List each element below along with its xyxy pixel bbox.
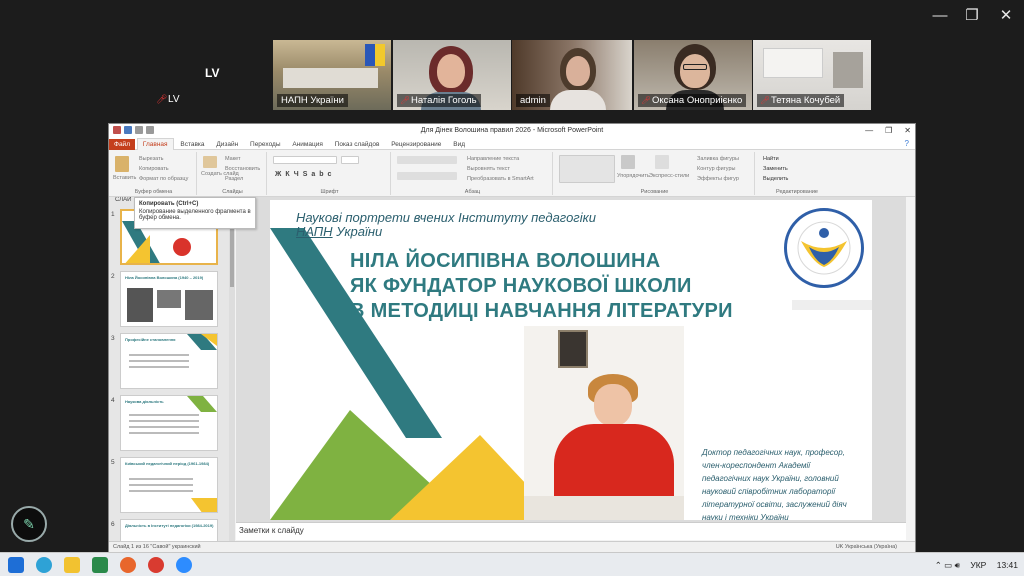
restore-button[interactable]: ❐ xyxy=(960,6,984,26)
mic-muted-icon: 🎤︎ xyxy=(641,96,652,105)
group-editing: Найти Заменить Выделить Редактирование xyxy=(763,156,818,195)
taskbar: ⌃ ▭ 🔊︎ УКР 13:41 xyxy=(0,552,1024,576)
ppt-title-bar: Для Дінек Волошина правил 2026 - Microso… xyxy=(109,124,915,138)
chrome-icon[interactable] xyxy=(148,557,164,573)
ppt-window-controls[interactable]: — ❐ ✕ xyxy=(853,124,911,138)
replace-button[interactable]: Заменить xyxy=(763,166,788,172)
participant-name: 🎤︎ Оксана Оноприієнко xyxy=(638,94,747,107)
slides-panel: СЛАЙ 1 Наукові портрети вчених Інституту… xyxy=(109,197,229,542)
section-button[interactable]: Раздел xyxy=(225,176,243,182)
smartart-button[interactable]: Преобразовать в SmartArt xyxy=(467,176,534,182)
slide-thumbnail[interactable]: Професійне становлення xyxy=(120,333,218,389)
zoom-meeting-window: { "user": {"top_label": "LV", "self_name… xyxy=(0,0,1024,576)
clock[interactable]: 13:41 xyxy=(997,560,1018,570)
format-painter-button[interactable]: Формат по образцу xyxy=(139,176,188,182)
slide-editor: Наукові портрети вчених Інституту педаго… xyxy=(236,197,906,522)
find-button[interactable]: Найти xyxy=(763,156,779,162)
shape-effects-button[interactable]: Эффекты фигур xyxy=(697,176,739,182)
system-tray: ⌃ ▭ 🔊︎ УКР 13:41 xyxy=(927,553,1018,576)
group-drawing: Упорядочить Экспресс-стили Заливка фигур… xyxy=(555,152,755,195)
mic-muted-icon: 🎤︎ xyxy=(156,94,168,104)
arrange-button[interactable]: Упорядочить xyxy=(617,173,650,179)
wall-portrait xyxy=(558,330,588,368)
list-buttons[interactable] xyxy=(397,156,457,164)
font-format-buttons[interactable]: ЖКЧSabc xyxy=(275,171,335,178)
ppt-status-bar: Слайд 1 из 16 "Савой" украинский UK Укра… xyxy=(109,541,915,552)
ribbon: Вставить Вырезать Копировать Формат по о… xyxy=(109,150,915,197)
participant-tile-napn[interactable]: НАПН України xyxy=(273,40,391,110)
select-button[interactable]: Выделить xyxy=(763,176,788,182)
speaker-label: LV xyxy=(205,66,220,80)
institute-logo xyxy=(784,208,864,288)
shape-fill-button[interactable]: Заливка фигуры xyxy=(697,156,739,162)
edge-icon[interactable] xyxy=(36,557,52,573)
cut-button[interactable]: Вырезать xyxy=(139,156,163,162)
align-text-button[interactable]: Выровнять текст xyxy=(467,166,510,172)
group-slides: Создать слайд Макет Восстановить Раздел … xyxy=(199,152,267,195)
notes-pane[interactable]: Заметки к слайду xyxy=(236,522,906,540)
group-font: ЖКЧSabc Шрифт xyxy=(269,152,391,195)
paste-button[interactable]: Вставить xyxy=(113,175,136,181)
reset-button[interactable]: Восстановить xyxy=(225,166,260,172)
tray-icons[interactable]: ⌃ ▭ 🔊︎ xyxy=(935,560,960,570)
minimize-button[interactable]: — xyxy=(928,6,952,26)
start-icon[interactable] xyxy=(8,557,24,573)
close-button[interactable]: ✕ xyxy=(994,6,1018,26)
slides-scrollbar[interactable] xyxy=(229,197,235,542)
slide-preheader: Наукові портрети вчених Інституту педаго… xyxy=(296,210,596,225)
participant-tile-admin[interactable]: admin xyxy=(512,40,632,110)
help-icon[interactable]: ? xyxy=(905,138,909,150)
mic-muted-icon: 🎤︎ xyxy=(760,96,771,105)
slide-preheader-2: НАПН України xyxy=(296,224,383,239)
new-slide-icon[interactable] xyxy=(203,156,217,168)
app-icon[interactable] xyxy=(92,557,108,573)
shapes-gallery[interactable] xyxy=(559,155,615,183)
file-explorer-icon[interactable] xyxy=(64,557,80,573)
copy-tooltip: Копировать (Ctrl+C) Копирование выделенн… xyxy=(134,197,256,229)
mic-muted-icon: 🎤︎ xyxy=(400,96,411,105)
participant-name: 🎤︎ Наталія Гоголь xyxy=(397,94,481,107)
language-indicator[interactable]: УКР xyxy=(970,560,986,570)
align-buttons[interactable] xyxy=(397,172,457,180)
text-direction-button[interactable]: Направление текста xyxy=(467,156,519,162)
slide-title-line-3: В МЕТОДИЦІ НАВЧАННЯ ЛІТЕРАТУРИ xyxy=(350,300,733,322)
slide-thumbnail[interactable]: Ніла Йосипівна Волошина (1940 – 2019) xyxy=(120,271,218,327)
quick-styles-button[interactable]: Экспресс-стили xyxy=(649,173,689,179)
portrait-photo xyxy=(524,326,684,520)
quick-styles-icon[interactable] xyxy=(655,155,669,169)
font-name-select[interactable] xyxy=(273,156,337,164)
participant-tile-hohol[interactable]: 🎤︎ Наталія Гоголь xyxy=(393,40,511,110)
ppt-window-title: Для Дінек Волошина правил 2026 - Microso… xyxy=(420,127,604,134)
ribbon-tabs: Файл Главная Вставка Дизайн Переходы Ани… xyxy=(109,138,915,151)
slide-title-line-1: НІЛА ЙОСИПІВНА ВОЛОШИНА xyxy=(350,250,661,272)
group-clipboard: Вставить Вырезать Копировать Формат по о… xyxy=(111,152,197,195)
glasses xyxy=(683,64,707,70)
group-paragraph: Направление текста Выровнять текст Преоб… xyxy=(393,152,553,195)
participant-tile-kochubei[interactable]: 🎤︎ Тетяна Кочубей xyxy=(753,40,871,110)
layout-button[interactable]: Макет xyxy=(225,156,241,162)
slide-thumbnail[interactable]: Київський педагогічний період (1961-1984… xyxy=(120,457,218,513)
arrange-icon[interactable] xyxy=(621,155,635,169)
slides-panel-tab[interactable]: СЛАЙ xyxy=(115,197,131,203)
slide-thumbnail[interactable]: Діяльність в Інституті педагогіки (1984-… xyxy=(120,519,218,542)
self-name-tag: 🎤︎ LV xyxy=(156,94,180,105)
copy-button[interactable]: Копировать xyxy=(139,166,169,172)
slide-title-line-2: ЯК ФУНДАТОР НАУКОВОЇ ШКОЛИ xyxy=(350,275,692,297)
annotate-pen-button[interactable]: ✎ xyxy=(11,506,47,542)
participant-name: НАПН України xyxy=(277,94,348,107)
participant-name: 🎤︎ Тетяна Кочубей xyxy=(757,94,845,107)
zoom-icon[interactable] xyxy=(176,557,192,573)
font-size-select[interactable] xyxy=(341,156,359,164)
current-slide[interactable]: Наукові портрети вчених Інституту педаго… xyxy=(270,200,872,520)
slide-thumbnail[interactable]: Наукова діяльність xyxy=(120,395,218,451)
shape-outline-button[interactable]: Контур фигуры xyxy=(697,166,735,172)
firefox-icon[interactable] xyxy=(120,557,136,573)
participant-name: admin xyxy=(516,94,550,107)
paste-icon[interactable] xyxy=(115,156,129,172)
participant-tile-onopriienko[interactable]: 🎤︎ Оксана Оноприієнко xyxy=(634,40,752,110)
